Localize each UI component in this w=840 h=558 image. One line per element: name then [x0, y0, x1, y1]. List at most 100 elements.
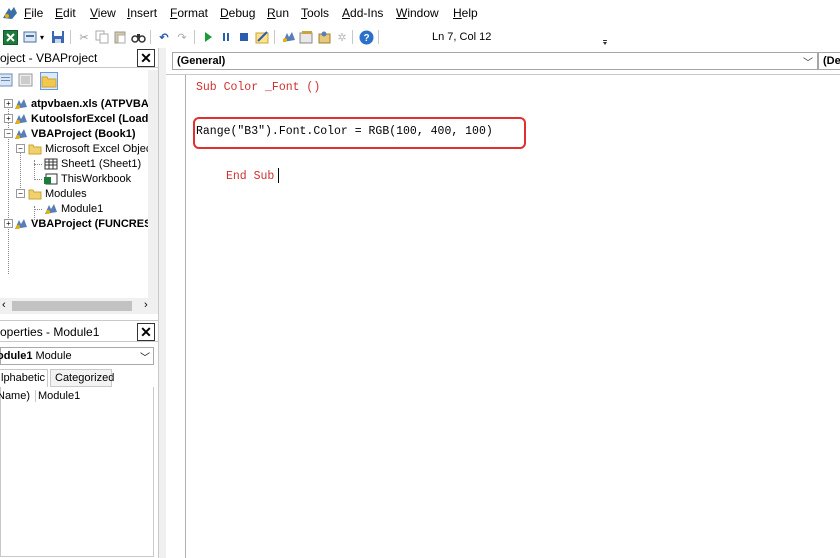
menu-view[interactable]: View — [90, 6, 116, 20]
properties-title: roperties - Module1 — [0, 325, 100, 339]
menu-format[interactable]: Format — [170, 6, 208, 20]
design-mode-icon[interactable] — [254, 29, 270, 45]
properties-grid: Name) Module1 — [0, 387, 154, 557]
procedure-dropdown[interactable]: (De — [818, 52, 840, 70]
chevron-down-icon[interactable]: ▾ — [38, 29, 46, 45]
tree-expander[interactable]: + — [4, 114, 13, 123]
code-line[interactable]: Sub Color _Font () — [196, 81, 320, 94]
menu-window[interactable]: Window — [396, 6, 439, 20]
module-icon — [44, 203, 58, 215]
stop-icon[interactable] — [236, 29, 252, 45]
vba-project-icon — [14, 98, 28, 110]
project-vertical-scrollbar[interactable] — [148, 70, 158, 300]
toolbar-separator — [352, 30, 353, 44]
toolbox-icon[interactable]: ✲ — [334, 29, 350, 45]
property-row[interactable]: Name) Module1 — [0, 389, 153, 404]
menu-run[interactable]: Run — [267, 6, 289, 20]
tree-item[interactable]: VBAProject (FUNCRES.XL — [14, 216, 150, 231]
view-code-icon[interactable] — [0, 72, 16, 90]
vba-project-icon — [14, 113, 28, 125]
paste-icon[interactable] — [112, 29, 128, 45]
tree-item[interactable]: ThisWorkbook — [44, 171, 131, 186]
tab-alphabetic[interactable]: lphabetic — [0, 369, 48, 387]
tree-connector — [8, 102, 9, 274]
menu-bar: File Edit View Insert Format Debug Run T… — [0, 0, 840, 26]
run-icon[interactable] — [200, 29, 216, 45]
tab-categorized[interactable]: Categorized — [50, 369, 114, 387]
pause-icon[interactable] — [218, 29, 234, 45]
scroll-right-icon[interactable]: › — [144, 299, 148, 311]
save-icon[interactable] — [50, 29, 66, 45]
toolbar-separator — [150, 30, 151, 44]
tree-connector — [34, 164, 42, 165]
tree-expander[interactable]: − — [16, 144, 25, 153]
text-cursor — [278, 168, 279, 183]
view-object-icon[interactable] — [18, 72, 36, 90]
object-dropdown-value: (General) — [177, 55, 226, 67]
property-value[interactable]: Module1 — [35, 390, 80, 402]
folder-open-icon — [28, 143, 42, 155]
project-explorer-panel: roject - VBAProject ✕ + atpvbaen.xls (AT… — [0, 48, 158, 320]
menu-edit[interactable]: Edit — [55, 6, 76, 20]
chevron-down-icon[interactable]: ﹀ — [803, 54, 813, 69]
vba-project-icon — [14, 218, 28, 230]
tree-expander[interactable]: − — [16, 189, 25, 198]
object-dropdown[interactable]: (General) ﹀ — [172, 52, 818, 70]
code-editor[interactable]: Sub Color _Font () Range("B3").Font.Colo… — [166, 74, 840, 558]
tree-item[interactable]: VBAProject (Book1) — [14, 126, 136, 141]
project-explorer-title: roject - VBAProject — [0, 51, 98, 65]
object-browser-icon[interactable] — [316, 29, 332, 45]
tree-item[interactable]: Sheet1 (Sheet1) — [44, 156, 141, 171]
find-icon[interactable] — [130, 29, 146, 45]
cut-icon[interactable]: ✂ — [76, 29, 92, 45]
vba-project-icon — [14, 128, 28, 140]
toolbar-separator — [70, 30, 71, 44]
menu-add-ins[interactable]: Add-Ins — [342, 6, 383, 20]
menu-tools[interactable]: Tools — [301, 6, 329, 20]
tree-connector — [34, 160, 35, 180]
toggle-folders-icon[interactable] — [40, 72, 58, 90]
close-icon[interactable]: ✕ — [137, 323, 155, 341]
tree-item[interactable]: Module1 — [44, 201, 103, 216]
properties-icon[interactable] — [298, 29, 314, 45]
close-icon[interactable]: ✕ — [137, 49, 155, 67]
toolbar-separator — [194, 30, 195, 44]
project-explorer-titlebar: roject - VBAProject ✕ — [0, 48, 158, 68]
help-icon[interactable]: ? — [358, 29, 374, 45]
tree-expander[interactable]: + — [4, 219, 13, 228]
tree-item[interactable]: Microsoft Excel Objects — [28, 141, 150, 156]
code-margin[interactable] — [170, 75, 186, 558]
workbook-icon — [44, 173, 58, 185]
scroll-left-icon[interactable]: ‹ — [2, 299, 6, 311]
menu-file[interactable]: File — [24, 6, 43, 20]
undo-icon[interactable]: ↶ — [156, 29, 172, 45]
toolbar-separator — [378, 30, 379, 44]
properties-object-select[interactable]: odule1 Module ﹀ — [0, 347, 154, 365]
tree-item[interactable]: atpvbaen.xls (ATPVBAEN — [14, 96, 150, 111]
menu-debug[interactable]: Debug — [220, 6, 255, 20]
svg-text:?: ? — [363, 33, 369, 44]
tree-item[interactable]: Modules — [28, 186, 87, 201]
scroll-thumb[interactable] — [12, 301, 132, 311]
tree-expander[interactable]: + — [4, 99, 13, 108]
excel-icon[interactable] — [2, 29, 18, 45]
code-line[interactable]: End Sub — [226, 170, 274, 183]
object-type: Module — [35, 350, 72, 362]
worksheet-icon — [44, 158, 58, 170]
tree-expander[interactable]: − — [4, 129, 13, 138]
project-explorer-icon[interactable] — [280, 29, 296, 45]
panel-splitter[interactable] — [158, 48, 166, 558]
code-window-header: (General) ﹀ (De — [166, 48, 840, 74]
tree-item[interactable]: KutoolsforExcel (Loading — [14, 111, 150, 126]
toolbar-separator — [274, 30, 275, 44]
menu-insert[interactable]: Insert — [127, 6, 157, 20]
chevron-down-icon[interactable]: ﹀ — [140, 349, 150, 364]
copy-icon[interactable] — [94, 29, 110, 45]
menu-help[interactable]: Help — [453, 6, 478, 20]
project-horizontal-scrollbar[interactable]: ‹ › — [0, 298, 158, 314]
toolbar-grip-icon[interactable] — [602, 34, 608, 46]
redo-icon[interactable]: ↷ — [174, 29, 190, 45]
folder-open-icon — [28, 188, 42, 200]
procedure-dropdown-value: (De — [823, 55, 840, 67]
insert-module-icon[interactable] — [22, 29, 38, 45]
